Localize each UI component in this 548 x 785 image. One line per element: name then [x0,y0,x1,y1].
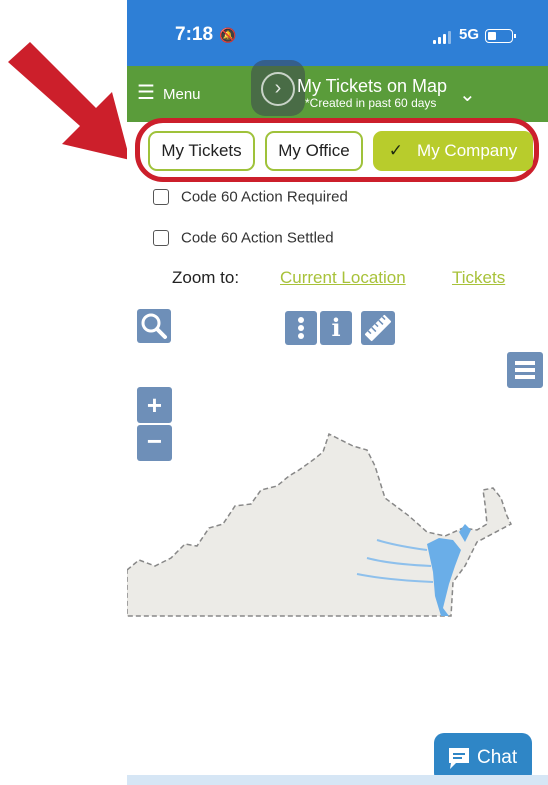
checkbox[interactable] [153,189,169,206]
tab-my-office[interactable]: My Office [265,131,363,171]
search-icon [141,313,167,339]
filter-label: Code 60 Action Settled [181,229,334,247]
tab-my-company[interactable]: ✓ My Company [373,131,533,171]
bell-muted-icon: 🔕 [219,27,237,43]
zoom-to-label: Zoom to: [172,268,240,287]
chevron-right-icon: › [261,72,295,106]
menu-button-label[interactable]: Menu [163,86,201,103]
filter-label: Code 60 Action Required [181,188,348,206]
zoom-tickets-link[interactable]: Tickets [452,268,505,288]
chat-label: Chat [477,747,518,768]
filter-code60-required[interactable]: Code 60 Action Required [153,188,348,208]
map-search-button[interactable] [137,309,171,343]
signal-icon [433,30,453,44]
tab-label: My Company [417,141,518,160]
app-bar: ☰ Menu › My Tickets on Map *Created in p… [127,60,548,122]
tab-label: My Office [278,141,350,160]
battery-icon [485,29,516,43]
map-options-button[interactable] [285,311,317,345]
checkmark-icon: ✓ [388,141,404,160]
zoom-current-location-link[interactable]: Current Location [280,268,406,288]
plus-icon: + [146,390,163,420]
filter-code60-settled[interactable]: Code 60 Action Settled [153,229,334,249]
vertical-dots-icon [298,317,304,339]
bottom-bar [127,775,548,785]
status-bar: 7:18 🔕 5G [127,0,548,66]
ruler-icon [364,314,392,342]
page-title: My Tickets on Map [297,76,448,96]
chevron-down-icon[interactable]: ⌄ [459,82,476,107]
state-outline [127,432,512,617]
status-time: 7:18 [175,24,214,45]
map-zoom-in-button[interactable]: + [137,387,172,423]
state-map[interactable] [127,420,548,630]
info-icon: i [331,313,341,342]
chat-bubble-icon [449,748,469,769]
hamburger-menu-icon[interactable]: ☰ [137,83,155,103]
tab-my-tickets[interactable]: My Tickets [148,131,255,171]
map-measure-button[interactable] [361,311,395,345]
network-type: 5G [459,26,480,43]
phone-screen: 7:18 🔕 5G ☰ Menu › My Tickets on Map *Cr… [127,0,548,785]
list-icon [515,361,535,379]
tab-label: My Tickets [161,141,242,160]
page-subtitle: *Created in past 60 days [305,96,437,110]
checkbox[interactable] [153,230,169,247]
map-layers-list-button[interactable] [507,352,543,388]
map-info-button[interactable]: i [320,311,352,345]
